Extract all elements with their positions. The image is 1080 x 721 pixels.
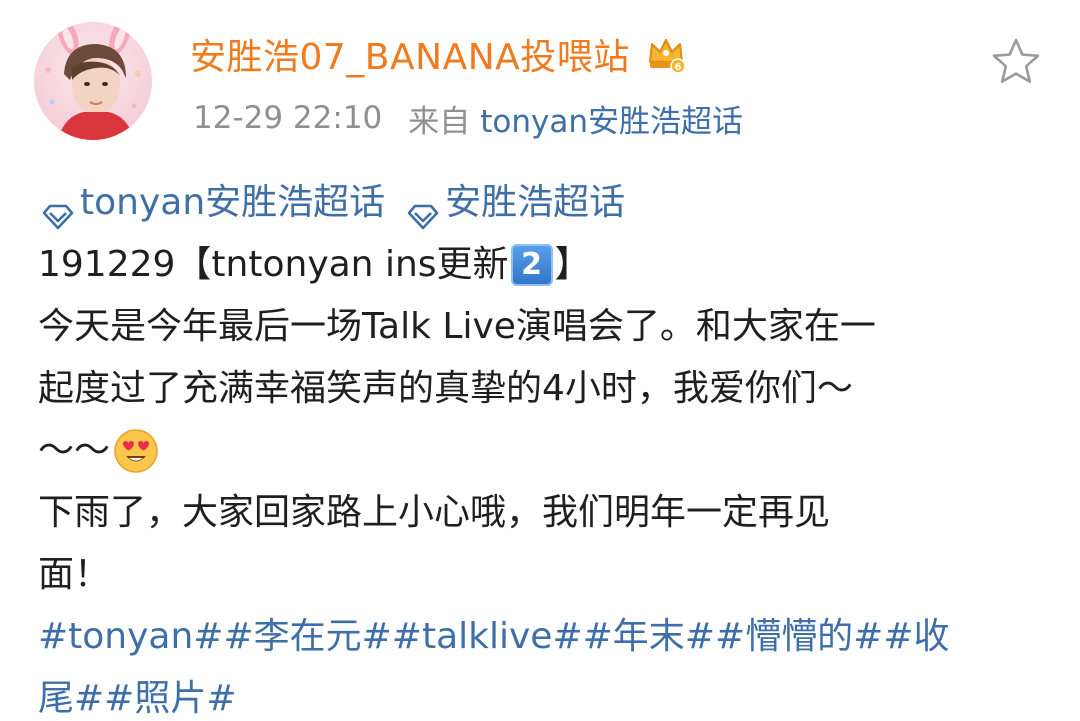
text-line: 面！ — [38, 544, 1048, 606]
diamond-icon — [38, 189, 78, 230]
text-line: 下雨了，大家回家路上小心哦，我们明年一定再见 — [38, 482, 1048, 544]
post-header: 安胜浩07_BANANA投喂站 6 12-29 22:10 来自 tonyan安… — [0, 0, 1080, 160]
paragraph-text: 今天是今年最后一场Talk Live演唱会了。和大家在一 — [38, 306, 876, 347]
text-line: 今天是今年最后一场Talk Live演唱会了。和大家在一 — [38, 296, 1048, 358]
source-link[interactable]: tonyan安胜浩超话 — [480, 96, 743, 141]
text-line: 起度过了充满幸福笑声的真挚的4小时，我爱你们～ — [38, 358, 1048, 420]
hashtag-link[interactable]: #李在元# — [223, 606, 391, 668]
diamond-icon — [403, 189, 443, 230]
hashtag-link[interactable]: #talklive# — [392, 606, 583, 668]
topic-row: tonyan安胜浩超话 安胜浩超话 — [38, 172, 1048, 234]
hashtag-link[interactable]: #收 — [883, 606, 949, 668]
hashtag-link[interactable]: #年末# — [583, 606, 715, 668]
paragraph-text: 面！ — [38, 554, 111, 595]
headline-line: 191229【tntonyan ins更新 2 】 — [38, 234, 1048, 296]
avatar[interactable] — [34, 22, 152, 140]
hashtag-line: #tonyan# #李在元# #talklive# #年末# #懵懵的# #收 — [38, 606, 1048, 668]
hashtag-link[interactable]: #照片# — [104, 668, 236, 721]
post-meta: 12-29 22:10 来自 tonyan安胜浩超话 — [193, 96, 743, 140]
hashtag-line: 尾# #照片# — [38, 668, 1048, 721]
crown-badge-icon[interactable]: 6 — [644, 32, 688, 76]
avatar-image — [45, 22, 141, 140]
headline-text: 191229【tntonyan ins更新 — [38, 244, 509, 285]
star-outline-icon[interactable] — [990, 36, 1042, 86]
hashtag-link[interactable]: #tonyan# — [38, 606, 223, 668]
hashtag-link[interactable]: 尾# — [38, 668, 104, 721]
paragraph-text: 下雨了，大家回家路上小心哦，我们明年一定再见 — [38, 492, 831, 533]
headline-bracket: 】 — [554, 244, 591, 285]
paragraph-text: ～～ — [38, 430, 111, 471]
post-body: tonyan安胜浩超话 安胜浩超话 191229【tntonyan ins更新 … — [38, 172, 1048, 721]
topic-link-anshenghao-supertopic[interactable]: 安胜浩超话 — [403, 172, 625, 234]
svg-text:6: 6 — [674, 62, 681, 73]
topic-link-tonyan-supertopic[interactable]: tonyan安胜浩超话 — [38, 172, 385, 234]
topic-label: tonyan安胜浩超话 — [80, 182, 386, 223]
heart-eyes-emoji — [112, 427, 160, 475]
source-label: 来自 — [408, 103, 471, 140]
hashtag-link[interactable]: #懵懵的# — [715, 606, 883, 668]
username-row: 安胜浩07_BANANA投喂站 6 — [190, 26, 688, 82]
text-line: ～～ — [38, 420, 1048, 482]
paragraph-text: 起度过了充满幸福笑声的真挚的4小时，我爱你们～ — [38, 368, 853, 409]
keycap-2-emoji: 2 — [510, 244, 553, 286]
author-name[interactable]: 安胜浩07_BANANA投喂站 — [190, 28, 630, 80]
topic-label: 安胜浩超话 — [445, 182, 626, 223]
post-time: 12-29 22:10 — [193, 100, 383, 136]
